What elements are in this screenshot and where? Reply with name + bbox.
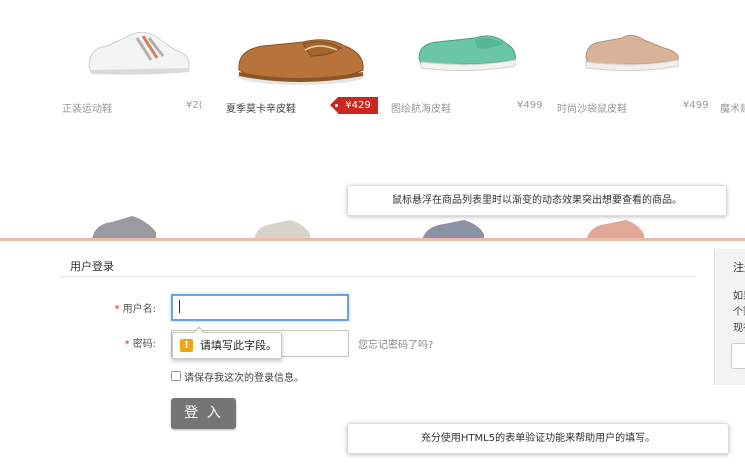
password-label-text: 密码:: [132, 339, 156, 350]
title-rule: [60, 276, 696, 277]
password-label: * 密码:: [96, 335, 156, 350]
product-price: ¥499: [683, 100, 709, 111]
register-text: 如果: [733, 291, 745, 302]
required-mark: *: [124, 339, 130, 350]
product-name[interactable]: 夏季莫卡辛皮鞋: [226, 100, 296, 115]
validation-message: 请填写此字段。: [200, 339, 277, 352]
remember-checkbox[interactable]: [171, 371, 181, 381]
product-name[interactable]: 图绘航海皮鞋: [391, 100, 451, 115]
product-name[interactable]: 时尚沙袋鼠皮鞋: [557, 100, 627, 115]
username-label: * 用户名:: [96, 300, 156, 315]
section-divider: [0, 238, 745, 241]
product-image-partial[interactable]: [418, 216, 488, 238]
product-price: ¥2(: [186, 100, 203, 111]
product-image-sneaker[interactable]: [85, 26, 193, 76]
text-caret: [179, 300, 180, 313]
product-image-partial[interactable]: [250, 216, 314, 238]
login-button[interactable]: 登 入: [171, 398, 236, 429]
product-image-moccasin[interactable]: [233, 28, 367, 90]
required-mark: *: [114, 304, 120, 315]
tag-hole-icon: [335, 104, 338, 107]
product-price: ¥499: [517, 100, 543, 111]
product-name[interactable]: 魔术贴: [720, 100, 745, 115]
product-image-boat-shoe[interactable]: [415, 28, 519, 74]
hover-effect-callout: 鼠标悬浮在商品列表里时以渐变的动态效果突出想要查看的商品。: [347, 185, 727, 216]
product-price: ¥429: [345, 100, 371, 111]
page: 正装运动鞋 ¥2( 夏季莫卡辛皮鞋 ¥429 图绘航海皮鞋 ¥499 时尚沙袋鼠…: [0, 0, 745, 469]
register-text: 个账: [733, 307, 745, 318]
warning-icon: !: [180, 339, 193, 352]
forgot-password-link[interactable]: 您忘记密码了吗?: [358, 336, 433, 351]
register-button[interactable]: [731, 343, 745, 369]
product-image-partial[interactable]: [582, 216, 648, 238]
register-title: 注册: [733, 261, 745, 274]
login-title: 用户登录: [70, 260, 114, 273]
register-text: 现在: [733, 323, 745, 334]
validation-tooltip: ! 请填写此字段。: [172, 326, 282, 359]
product-image-partial[interactable]: [88, 214, 160, 238]
product-image-desert-shoe[interactable]: [582, 30, 682, 74]
username-input[interactable]: [171, 294, 349, 321]
remember-label[interactable]: 请保存我这次的登录信息。: [184, 369, 304, 384]
price-tag: ¥429: [330, 97, 378, 114]
register-panel: 注册 如果 个账 现在: [714, 249, 745, 385]
product-name[interactable]: 正装运动鞋: [62, 100, 112, 115]
username-label-text: 用户名:: [122, 304, 156, 315]
form-validation-callout: 充分使用HTML5的表单验证功能来帮助用户的填写。: [347, 423, 729, 454]
